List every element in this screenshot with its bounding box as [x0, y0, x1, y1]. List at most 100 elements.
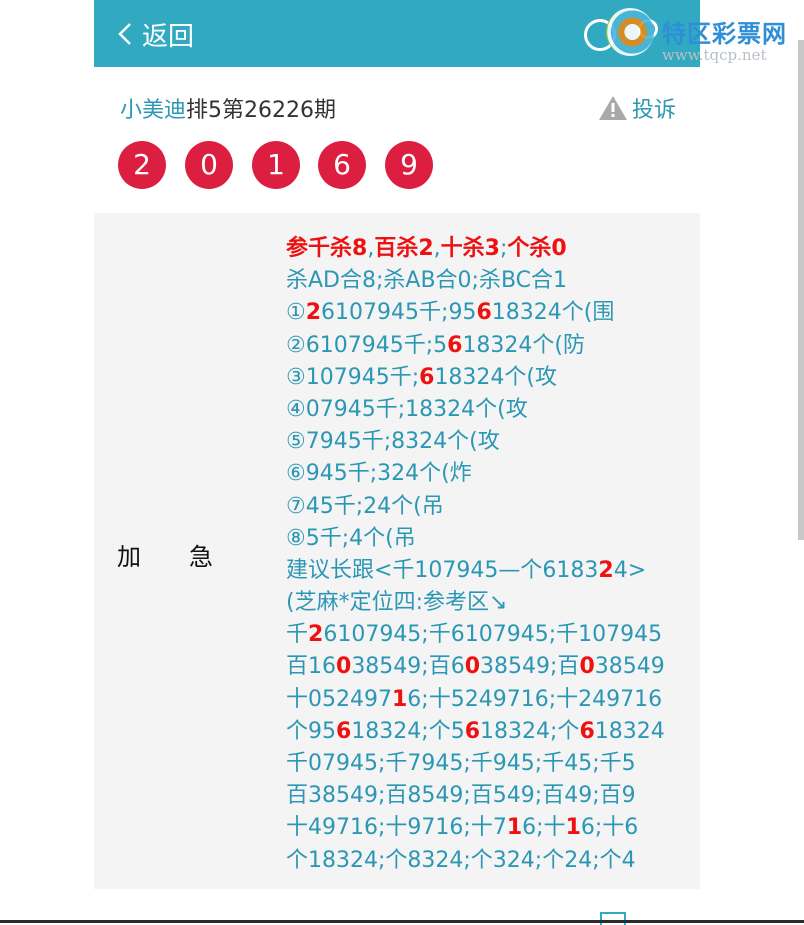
line-text: 十052497 — [286, 686, 392, 712]
site-logo-icon — [606, 8, 654, 56]
line-text: 6107945;千6107945;千107945 — [323, 622, 663, 648]
result-ball: 2 — [118, 141, 166, 189]
prediction-line: 十05249716;十5249716;十249716 — [286, 684, 696, 716]
prediction-line: 个95618324;个5618324;个618324 — [286, 716, 696, 748]
prediction-line: ⑥945千;324个(炸 — [286, 458, 696, 490]
line-text: 千07945;千7945;千945;千45;千5 — [286, 751, 636, 776]
watermark: 特区彩票网 www.tqcp.net — [600, 6, 800, 66]
line-text: 6;十7 — [449, 815, 507, 841]
line-text: 18324 — [594, 718, 665, 744]
line-text: 18324个(防 — [462, 332, 586, 358]
line-text: 6;十971 — [364, 815, 450, 841]
prediction-line: 千07945;千7945;千945;千45;千5 — [286, 748, 696, 780]
highlight-text: 6 — [464, 718, 481, 744]
author-link[interactable]: 小美迪 — [120, 98, 186, 123]
highlight-text: 1 — [506, 815, 523, 841]
line-text: 千 — [286, 622, 309, 648]
priority-label: 加 急 — [117, 543, 213, 571]
prediction-line: 千26107945;千6107945;千107945 — [286, 619, 696, 651]
line-text: 6107945千;95 — [321, 300, 477, 326]
line-text: ④07945千;18324个(攻 — [286, 396, 528, 422]
scrollbar[interactable] — [798, 40, 804, 540]
line-text: , — [433, 236, 441, 261]
prediction-line: ④07945千;18324个(攻 — [286, 394, 696, 426]
line-text: 百38549;百8549;百549;百49;百9 — [286, 783, 636, 809]
prediction-line: 杀AD合8;杀AB合0;杀BC合1 — [286, 265, 696, 297]
prediction-line: (芝麻*定位四:参考区↘ — [286, 587, 696, 619]
line-text: ⑧5千;4个(吊 — [286, 525, 416, 551]
copy-icon[interactable] — [600, 912, 626, 925]
complain-button[interactable]: 投诉 — [598, 92, 676, 124]
prediction-line: ⑤7945千;8324个(攻 — [286, 426, 696, 458]
prediction-line: 百16038549;百6038549;百038549 — [286, 651, 696, 683]
highlight-text: 0 — [579, 654, 595, 680]
highlight-text: 百杀2 — [374, 236, 434, 261]
line-text: ⑥945千;324个(炸 — [286, 461, 472, 487]
line-text: 十4971 — [286, 815, 364, 841]
line-text: 6;十 — [522, 815, 566, 841]
highlight-text: 2 — [305, 300, 322, 326]
prediction-line: 建议长跟<千107945—个618324> — [286, 555, 696, 587]
line-text: 杀AD合8;杀AB合0;杀BC合1 — [286, 268, 568, 294]
line-text: ⑤7945千;8324个(攻 — [286, 429, 500, 455]
watermark-url: www.tqcp.net — [662, 46, 767, 64]
highlight-text: 个杀0 — [507, 236, 567, 261]
line-text: ⑦45千;24个(吊 — [286, 493, 444, 519]
prediction-line: 百38549;百8549;百549;百49;百9 — [286, 780, 696, 812]
line-text: ① — [286, 300, 306, 326]
highlight-text: 6 — [447, 332, 463, 358]
line-text: 18324;个 — [480, 718, 580, 744]
line-text: ②6107945千;5 — [286, 332, 448, 358]
highlight-text: 6 — [336, 718, 352, 744]
issue-label: 排5第26226期 — [186, 98, 336, 123]
content-box: 加 急 参千杀8,百杀2,十杀3;个杀0 杀AD合8;杀AB合0;杀BC合1 ①26… — [94, 213, 700, 889]
result-ball: 9 — [385, 141, 433, 189]
prediction-line: 十49716;十9716;十716;十16;十6 — [286, 812, 696, 844]
line-text: 18324;个5 — [351, 718, 465, 744]
highlight-text: 6 — [579, 718, 595, 744]
chevron-left-icon — [118, 23, 131, 45]
highlight-text: 十杀3 — [440, 236, 500, 261]
highlight-text: 2 — [308, 622, 324, 648]
highlight-text: 1 — [565, 815, 581, 841]
prediction-line: ⑧5千;4个(吊 — [286, 523, 696, 555]
post-title: 小美迪排5第26226期 投诉 — [120, 92, 676, 124]
line-text: 18324个(攻 — [434, 364, 558, 390]
line-text: 6 — [648, 686, 663, 712]
line-text: 4> — [613, 557, 647, 583]
prediction-line: ③107945千;618324个(攻 — [286, 362, 696, 394]
prediction-line: ⑦45千;24个(吊 — [286, 491, 696, 523]
line-text: 6;十24971 — [534, 686, 649, 712]
page: 返回 小美迪排5第26226期 投诉 2 0 1 6 9 加 急 参千杀8,百杀… — [94, 0, 700, 923]
prediction-line: ①26107945千;95618324个(围 — [286, 297, 696, 329]
line-text: 38549;百6 — [351, 654, 465, 680]
prediction-line: 参千杀8,百杀2,十杀3;个杀0 — [286, 233, 696, 265]
line-text: 建议长跟<千107945—个6183 — [286, 557, 599, 583]
highlight-text: 6 — [419, 364, 435, 390]
line-text: 38549 — [594, 654, 665, 680]
line-text: 38549;百 — [480, 654, 580, 680]
complain-label: 投诉 — [631, 98, 676, 123]
highlight-text: 0 — [464, 654, 481, 680]
highlight-text: 6 — [476, 300, 492, 326]
line-text: 6;十6 — [580, 815, 639, 841]
watermark-title: 特区彩票网 — [662, 20, 787, 48]
back-label: 返回 — [142, 21, 195, 52]
line-text: 18324个(围 — [491, 300, 615, 326]
highlight-text: 2 — [598, 557, 614, 583]
line-text: 6;十524971 — [407, 686, 535, 712]
prediction-text: 参千杀8,百杀2,十杀3;个杀0 杀AD合8;杀AB合0;杀BC合1 ①261079… — [286, 233, 696, 877]
highlight-text: 参千杀8 — [286, 236, 368, 261]
highlight-text: 1 — [391, 686, 408, 712]
line-text: 百16 — [286, 654, 336, 680]
warning-icon — [598, 96, 627, 120]
line-text: 个18324;个8324;个324;个24;个4 — [286, 847, 636, 873]
result-ball: 6 — [318, 141, 366, 189]
prediction-line: 个18324;个8324;个324;个24;个4 — [286, 845, 696, 877]
highlight-text: 0 — [336, 654, 352, 680]
result-ball: 0 — [185, 141, 233, 189]
back-button[interactable]: 返回 — [118, 14, 194, 54]
prediction-line: ②6107945千;5618324个(防 — [286, 330, 696, 362]
line-text: (芝麻*定位四:参考区↘ — [286, 590, 508, 616]
line-text: ③107945千; — [286, 364, 420, 390]
